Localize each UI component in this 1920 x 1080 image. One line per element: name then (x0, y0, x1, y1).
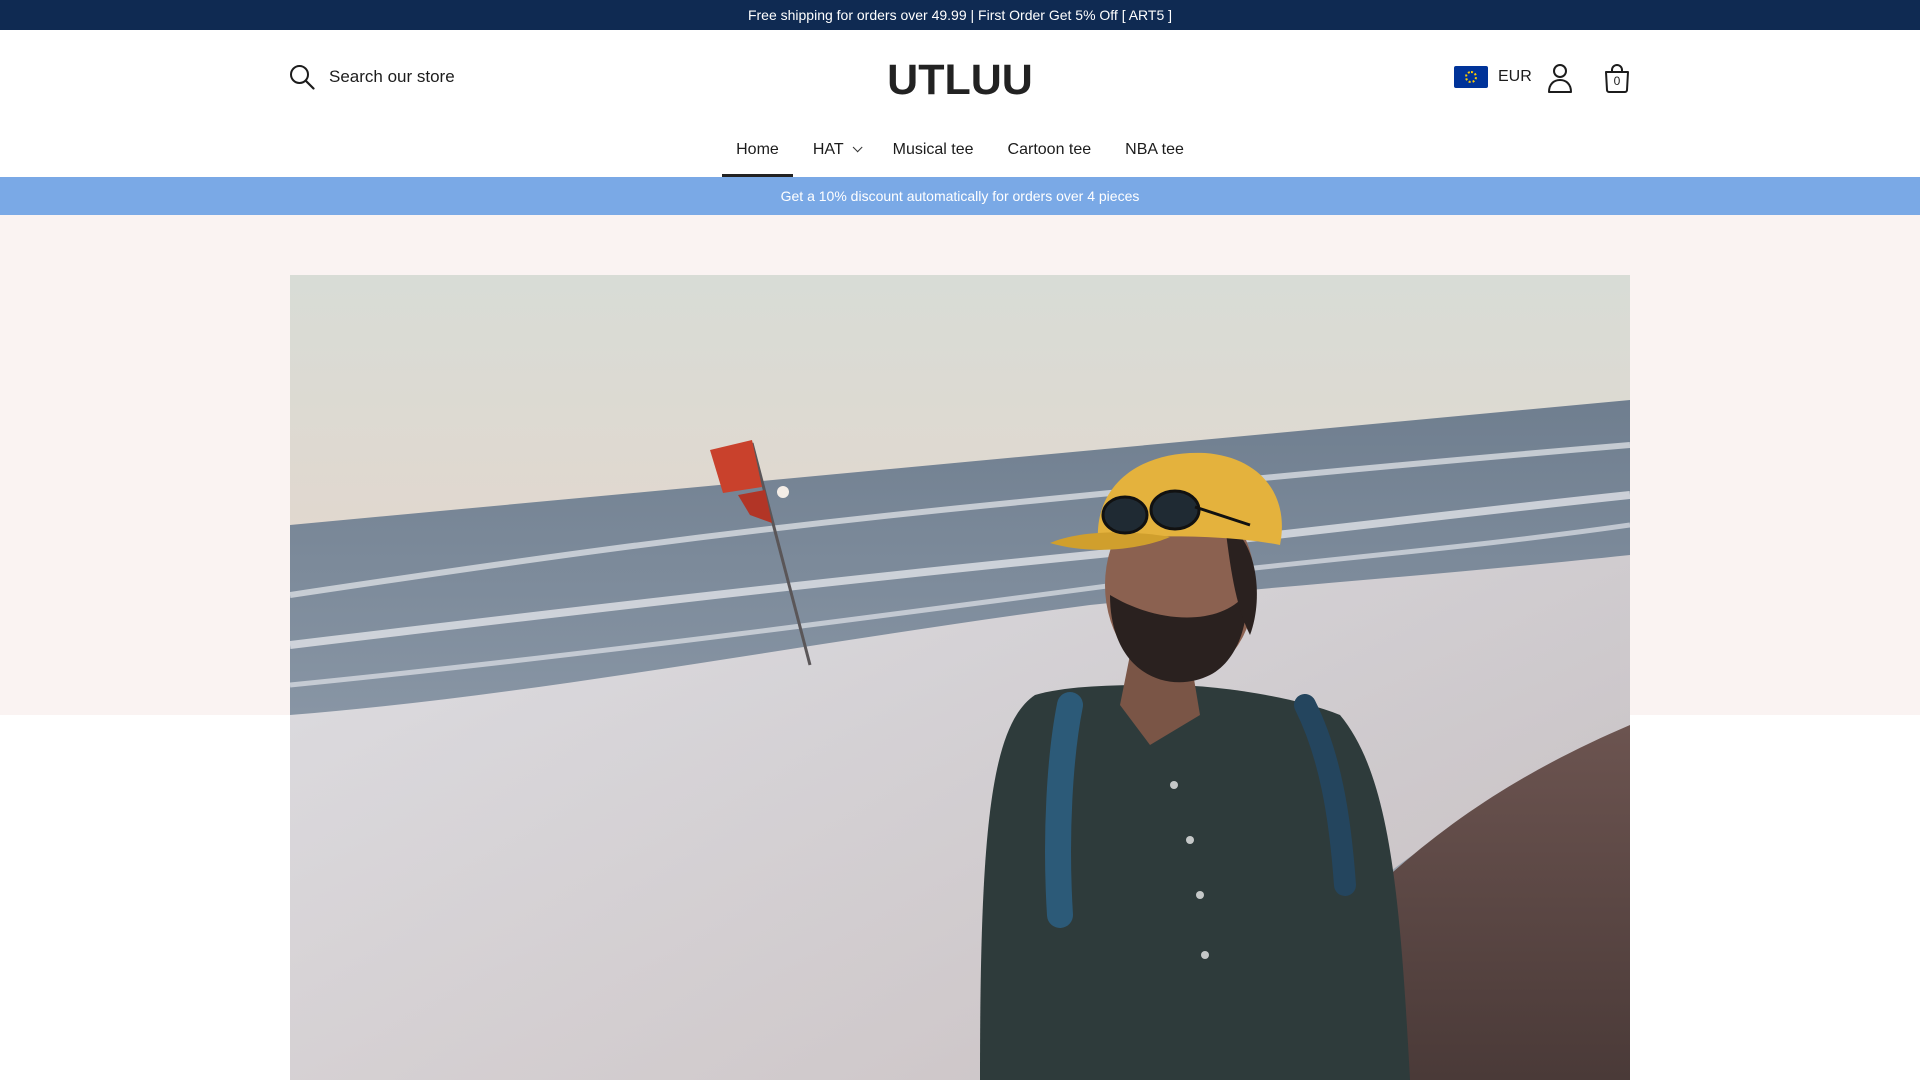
chevron-down-icon (852, 142, 863, 153)
nav-item-label: HAT (812, 140, 844, 158)
nav-item-nba-tee[interactable]: NBA tee (1111, 130, 1198, 177)
nav-item-home[interactable]: Home (722, 130, 793, 177)
site-logo[interactable]: UTLUU (887, 55, 1033, 105)
nav-item-hat[interactable]: HAT (799, 130, 873, 177)
nav-item-label: NBA tee (1125, 140, 1184, 158)
nav-item-label: Musical tee (892, 140, 974, 158)
currency-label: EUR (1498, 68, 1532, 85)
account-icon[interactable] (1545, 62, 1575, 94)
search-field[interactable]: Search our store (289, 64, 455, 90)
eu-flag-icon (1454, 66, 1488, 88)
nav-item-label: Home (736, 140, 779, 158)
search-input[interactable]: Search our store (329, 67, 455, 87)
hero-image[interactable] (290, 275, 1630, 1080)
main-nav: Home HAT Musical tee Cartoon tee NBA tee (0, 130, 1920, 177)
announcement-bar: Free shipping for orders over 49.99 | Fi… (0, 0, 1920, 30)
announcement-text: Free shipping for orders over 49.99 | Fi… (747, 7, 1173, 23)
promo-bar: Get a 10% discount automatically for ord… (0, 177, 1920, 215)
cart-count: 0 (1613, 74, 1621, 88)
nav-item-label: Cartoon tee (1007, 140, 1092, 158)
search-icon[interactable] (289, 64, 315, 90)
promo-text: Get a 10% discount automatically for ord… (780, 188, 1140, 204)
site-header: Search our store UTLUU EUR 0 Home HAT Mu… (0, 30, 1920, 177)
nav-item-musical-tee[interactable]: Musical tee (879, 130, 988, 177)
nav-item-cartoon-tee[interactable]: Cartoon tee (994, 130, 1106, 177)
shopping-bag-icon[interactable]: 0 (1602, 62, 1632, 94)
currency-selector[interactable]: EUR (1454, 66, 1532, 88)
